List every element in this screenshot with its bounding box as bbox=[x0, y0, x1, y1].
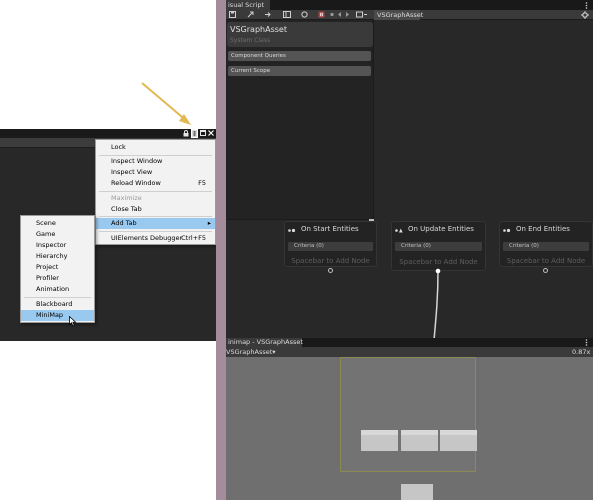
menu-item-maximize: Maximize bbox=[111, 194, 142, 202]
submenu-item-profiler[interactable]: Profiler bbox=[21, 273, 94, 284]
criteria-label: Criteria (0) bbox=[294, 243, 324, 249]
menu-item-inspect-view[interactable]: Inspect View bbox=[96, 167, 215, 178]
minimap-tab[interactable]: inimap - VSGraphAsset bbox=[226, 338, 303, 347]
gear-icon[interactable] bbox=[581, 11, 589, 19]
add-tab-submenu: Scene Game Inspector Hierarchy Project P… bbox=[20, 215, 95, 323]
criteria-row[interactable]: Criteria (0) bbox=[503, 242, 589, 251]
kebab-icon[interactable] bbox=[585, 2, 588, 9]
menu-item-close-tab[interactable]: Close Tab bbox=[96, 204, 215, 215]
menu-item-lock[interactable]: Lock bbox=[96, 142, 215, 153]
maximize-icon[interactable] bbox=[200, 130, 206, 136]
layout-icon[interactable] bbox=[283, 11, 291, 18]
dropdown-label: VSGraphAsset bbox=[226, 348, 273, 356]
menu-separator bbox=[99, 231, 212, 232]
criteria-row[interactable]: Criteria (0) bbox=[288, 242, 373, 251]
kebab-menu-button[interactable] bbox=[191, 129, 198, 138]
minimap-node bbox=[401, 430, 438, 451]
annotation-arrow-icon bbox=[141, 82, 191, 125]
submenu-item-minimap[interactable]: MiniMap bbox=[21, 310, 94, 321]
visual-script-tabbar bbox=[226, 0, 593, 10]
refresh-icon[interactable] bbox=[301, 11, 308, 18]
menu-item-label: Add Tab bbox=[111, 219, 137, 227]
graph-node-on-start[interactable]: On Start Entities Criteria (0) Spacebar … bbox=[284, 221, 377, 267]
lock-icon[interactable] bbox=[183, 130, 189, 137]
submenu-item-blackboard[interactable]: Blackboard bbox=[21, 299, 94, 310]
graph-node-on-end[interactable]: On End Entities Criteria (0) Spacebar to… bbox=[499, 221, 593, 267]
asset-tab[interactable]: VSGraphAsset bbox=[374, 10, 423, 20]
minimap-blackboard-block bbox=[401, 484, 433, 500]
entity-icon bbox=[288, 228, 296, 233]
graph-node-on-update[interactable]: On Update Entities Criteria (0) Spacebar… bbox=[391, 221, 486, 271]
node-output-port[interactable] bbox=[543, 268, 548, 273]
menu-separator bbox=[99, 191, 212, 192]
kebab-icon bbox=[193, 131, 196, 136]
close-icon[interactable] bbox=[208, 130, 214, 136]
kebab-icon[interactable] bbox=[585, 339, 588, 346]
menu-item-uielements-debugger[interactable]: UIElements Debugger Ctrl+F5 bbox=[96, 233, 215, 244]
submenu-item-project[interactable]: Project bbox=[21, 262, 94, 273]
submenu-item-game[interactable]: Game bbox=[21, 229, 94, 240]
minimap-node bbox=[440, 430, 477, 451]
node-title: On Update Entities bbox=[408, 225, 474, 233]
menu-item-add-tab[interactable]: Add Tab ▸ bbox=[96, 218, 215, 229]
menu-shortcut: Ctrl+F5 bbox=[181, 234, 206, 242]
step-icon[interactable] bbox=[330, 11, 352, 18]
submenu-arrow-icon: ▸ bbox=[207, 219, 211, 227]
window-splitter[interactable] bbox=[216, 0, 226, 500]
node-title: On Start Entities bbox=[301, 225, 359, 233]
entity-icon bbox=[395, 228, 403, 233]
blackboard-panel: VSGraphAsset System Class Component Quer… bbox=[226, 20, 374, 220]
component-queries-button[interactable]: Component Queries bbox=[228, 51, 371, 61]
menu-item-reload-window[interactable]: Reload Window F5 bbox=[96, 178, 215, 189]
submenu-item-animation[interactable]: Animation bbox=[21, 284, 94, 295]
build-icon[interactable] bbox=[247, 11, 254, 18]
menu-separator bbox=[99, 216, 212, 217]
criteria-label: Criteria (0) bbox=[509, 243, 539, 249]
menu-item-label: Reload Window bbox=[111, 179, 161, 187]
add-node-hint: Spacebar to Add Node bbox=[506, 257, 586, 265]
current-scope-button[interactable]: Current Scope bbox=[228, 66, 371, 76]
jump-icon[interactable] bbox=[264, 11, 271, 18]
menu-separator bbox=[24, 297, 91, 298]
menu-item-inspect-window[interactable]: Inspect Window bbox=[96, 156, 215, 167]
visual-script-tab[interactable]: isual Script bbox=[226, 0, 270, 10]
menu-item-label: UIElements Debugger bbox=[111, 234, 183, 242]
criteria-row[interactable]: Criteria (0) bbox=[395, 242, 482, 251]
node-title: On End Entities bbox=[516, 225, 570, 233]
submenu-item-inspector[interactable]: Inspector bbox=[21, 240, 94, 251]
trace-icon[interactable] bbox=[356, 11, 368, 18]
submenu-item-scene[interactable]: Scene bbox=[21, 218, 94, 229]
save-icon[interactable] bbox=[229, 11, 236, 18]
submenu-item-hierarchy[interactable]: Hierarchy bbox=[21, 251, 94, 262]
record-icon[interactable] bbox=[318, 11, 325, 18]
add-node-hint: Spacebar to Add Node bbox=[291, 257, 370, 265]
chevron-down-icon: ▾ bbox=[272, 348, 276, 356]
add-node-hint: Spacebar to Add Node bbox=[399, 258, 478, 266]
connection-edge[interactable] bbox=[430, 268, 442, 340]
menu-shortcut: F5 bbox=[198, 179, 206, 187]
mouse-cursor-icon bbox=[69, 316, 77, 327]
criteria-label: Criteria (0) bbox=[401, 243, 431, 249]
minimap-toolbar bbox=[226, 347, 593, 357]
minimap-viewport-frame[interactable] bbox=[340, 357, 476, 472]
blackboard-subtitle: System Class bbox=[230, 37, 271, 44]
context-menu: Lock Inspect Window Inspect View Reload … bbox=[95, 139, 216, 245]
node-output-port[interactable] bbox=[328, 268, 333, 273]
entity-icon bbox=[503, 228, 511, 233]
minimap-node bbox=[361, 430, 398, 451]
minimap-asset-dropdown[interactable]: VSGraphAsset▾ bbox=[226, 347, 276, 357]
blackboard-title: VSGraphAsset bbox=[230, 25, 287, 34]
minimap-zoom-label: 0.87x bbox=[572, 348, 591, 356]
